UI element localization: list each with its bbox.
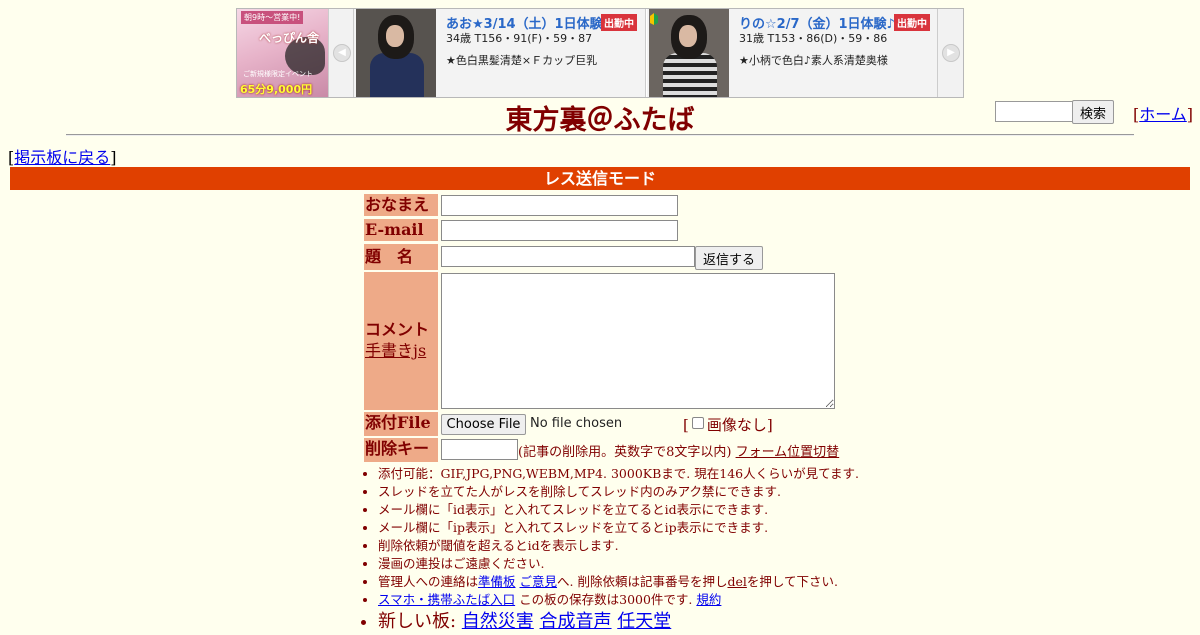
subject-label: 題 名 — [364, 244, 438, 270]
ad-card-desc: ★小柄で色白♪素人系清楚奥様 — [739, 54, 888, 67]
bracket: [ — [683, 416, 689, 434]
status-badge: 出勤中 — [601, 14, 637, 31]
status-badge: 出勤中 — [894, 14, 930, 31]
photo-body — [370, 53, 424, 97]
ad-card-photo — [649, 9, 729, 97]
reply-mode-banner: レス送信モード — [10, 167, 1190, 190]
rule-item: メール欄に「id表示」と入れてスレッドを立てるとid表示にできます. — [378, 501, 859, 519]
comment-label-cell: コメント 手書きjs — [364, 272, 438, 410]
rule-text: この板の保存数は3000件です. — [515, 592, 697, 607]
ad-shop-tag: 朝9時～営業中! — [241, 11, 304, 24]
bracket: ] — [1186, 105, 1194, 124]
handwrite-js-link[interactable]: 手書きjs — [365, 341, 426, 360]
ad-card-desc: ★色白黒髪清楚×Ｆカップ巨乳 — [446, 54, 598, 67]
search-input[interactable] — [995, 101, 1073, 122]
rule-item-new-boards: 新しい板: 自然災害 合成音声 任天堂 — [378, 609, 859, 635]
chevron-left-icon: ◀ — [333, 44, 351, 62]
ad-shop-logo: べっぴん舎 — [259, 31, 320, 45]
delete-key-note-wrapper: (記事の削除用。英数字で8文字以内) フォーム位置切替 — [518, 441, 839, 460]
new-board-link[interactable]: 合成音声 — [540, 611, 612, 632]
name-field[interactable] — [441, 195, 678, 216]
search-button[interactable]: 検索 — [1072, 100, 1114, 124]
bracket: ] — [766, 416, 773, 434]
home-link[interactable]: ホーム — [1139, 105, 1187, 124]
bracket: ] — [110, 148, 117, 167]
ad-card-photo — [356, 9, 436, 97]
ad-prev-button[interactable]: ◀ — [328, 9, 354, 97]
junbi-board-link[interactable]: 準備板 — [478, 574, 516, 589]
name-label: おなまえ — [364, 194, 438, 216]
rule-item-admin: 管理人への連絡は準備板 ご意見へ. 削除依頼は記事番号を押しdelを押して下さい… — [378, 573, 859, 591]
board-rules-list: 添付可能：GIF,JPG,PNG,WEBM,MP4. 3000KBまで. 現在1… — [362, 465, 859, 635]
submit-reply-button[interactable]: 返信する — [695, 246, 763, 270]
file-label: 添付File — [364, 412, 438, 436]
rule-item: 添付可能：GIF,JPG,PNG,WEBM,MP4. 3000KBまで. 現在1… — [378, 465, 859, 483]
choose-file-button[interactable]: Choose File — [441, 414, 526, 435]
comment-label: コメント — [365, 320, 430, 339]
terms-link[interactable]: 規約 — [696, 592, 721, 607]
rule-item: メール欄に「ip表示」と入れてスレッドを立てるとip表示にできます. — [378, 519, 859, 537]
form-position-toggle-link[interactable]: フォーム位置切替 — [736, 445, 840, 460]
beginner-leaf-icon — [650, 13, 658, 25]
new-boards-label: 新しい板: — [378, 611, 462, 632]
photo-body — [663, 53, 717, 97]
email-label: E-mail — [364, 219, 438, 241]
no-file-text: No file chosen — [530, 416, 623, 431]
photo-face — [679, 25, 697, 47]
ad-next-button[interactable]: ▶ — [937, 9, 963, 97]
ad-banner[interactable]: 朝9時～営業中! べっぴん舎 ご新規様限定イベント 65分9,000円～! ◀ … — [236, 8, 964, 98]
no-image-checkbox[interactable] — [691, 417, 704, 429]
rule-text: を押して下さい. — [746, 574, 838, 589]
ad-card[interactable]: りの☆2/7（金）1日体験♪ 出勤中 31歳 T153・86(D)・59・86 … — [647, 9, 939, 97]
ad-shop-price: 65分9,000円～! — [240, 83, 313, 96]
ad-card-spec: 31歳 T153・86(D)・59・86 — [739, 32, 888, 45]
rule-text: へ. 削除依頼は記事番号を押し — [557, 574, 728, 589]
rule-text: 管理人への連絡は — [378, 574, 479, 589]
ad-card[interactable]: あお★3/14（土）1日体験♪ 出勤中 34歳 T156・91(F)・59・87… — [354, 9, 646, 97]
comment-textarea[interactable] — [441, 273, 835, 409]
rule-item: 削除依頼が閾値を超えるとidを表示します. — [378, 537, 859, 555]
rule-item: スレッドを立てた人がレスを削除してスレッド内のみアク禁にできます. — [378, 483, 859, 501]
ad-shop-sub: ご新規様限定イベント — [243, 70, 313, 78]
ad-shop-image[interactable]: 朝9時～営業中! べっぴん舎 ご新規様限定イベント 65分9,000円～! — [237, 9, 328, 97]
home-link-wrapper: [ホーム] — [1133, 101, 1193, 125]
rule-item-mobile: スマホ・携帯ふたば入口 この板の保存数は3000件です. 規約 — [378, 591, 859, 609]
ad-card-spec: 34歳 T156・91(F)・59・87 — [446, 32, 593, 45]
no-image-option: [ 画像なし] — [683, 414, 773, 435]
del-link[interactable]: del — [727, 574, 746, 589]
back-link-wrapper: [掲示板に戻る] — [8, 144, 117, 168]
feedback-link[interactable]: ご意見 — [520, 574, 558, 589]
delete-key-label: 削除キー — [364, 438, 438, 462]
new-board-link[interactable]: 任天堂 — [617, 611, 671, 632]
subject-field[interactable] — [441, 246, 695, 267]
chevron-right-icon: ▶ — [942, 44, 960, 62]
rule-item: 漫画の連投はご遠慮ください. — [378, 555, 859, 573]
no-image-label: 画像なし — [706, 416, 767, 434]
photo-face — [386, 25, 404, 47]
divider — [66, 134, 1134, 136]
new-board-link[interactable]: 自然災害 — [462, 611, 534, 632]
mobile-entrance-link[interactable]: スマホ・携帯ふたば入口 — [378, 592, 515, 607]
delete-key-field[interactable] — [441, 439, 518, 460]
delete-key-note: (記事の削除用。英数字で8文字以内) — [518, 445, 732, 460]
back-to-board-link[interactable]: 掲示板に戻る — [14, 148, 110, 167]
email-field[interactable] — [441, 220, 678, 241]
